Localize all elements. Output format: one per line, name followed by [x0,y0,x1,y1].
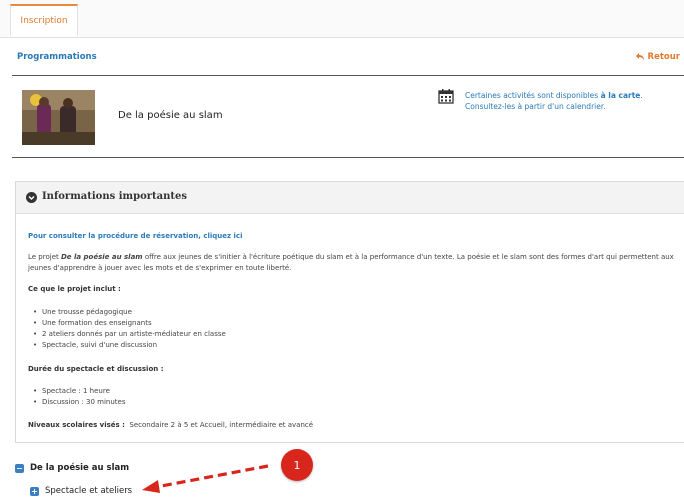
calendar-icon[interactable] [438,88,454,104]
tab-inscription[interactable]: Inscription [10,4,78,36]
program-name: De la poésie au slam [118,110,223,121]
tree-parent-label: De la poésie au slam [30,463,130,473]
duration-heading: Durée du spectacle et discussion : [28,365,164,373]
tree-child-label: Spectacle et ateliers [45,486,133,496]
tree-node-parent[interactable]: − De la poésie au slam [15,463,129,473]
duration-list: Spectacle : 1 heure Discussion : 30 minu… [33,386,126,408]
levels-value: Secondaire 2 à 5 et Accueil, intermédiai… [129,421,314,429]
program-description: Le projet De la poésie au slam offre aux… [28,252,678,274]
list-item: 2 ateliers donnés par un artiste-médiate… [33,329,226,340]
reservation-link[interactable]: Pour consulter la procédure de réservati… [28,232,242,240]
back-arrow-icon [635,53,644,61]
list-item: Spectacle : 1 heure [33,386,126,397]
levels-label: Niveaux scolaires visés : [28,421,125,429]
annotation-arrow-icon [142,464,269,493]
tree-node-child[interactable]: + Spectacle et ateliers [30,486,132,496]
calendar-text: Certaines activités sont disponibles [465,91,601,100]
intro-bold: De la poésie au slam [60,253,143,261]
school-levels: Niveaux scolaires visés : Secondaire 2 à… [28,421,313,429]
list-item: Une formation des enseignants [33,318,226,329]
calendar-text-bold: à la carte [600,91,641,100]
tab-label: Inscription [20,15,68,26]
page-title: Programmations [17,52,97,62]
back-button[interactable]: Retour [635,52,680,62]
annotation-badge: 1 [281,449,313,481]
divider [12,157,684,158]
includes-list: Une trousse pédagogique Une formation de… [33,307,226,351]
program-thumbnail [22,90,95,145]
list-item: Une trousse pédagogique [33,307,226,318]
plus-square-icon[interactable]: + [30,486,39,496]
back-label: Retour [647,52,680,62]
info-panel: Informations importantes Pour consulter … [15,181,684,443]
calendar-text-2: Consultez-les à partir d'un calendrier. [465,102,606,111]
calendar-info[interactable]: Certaines activités sont disponibles à l… [465,90,675,112]
includes-heading: Ce que le projet inclut : [28,285,121,293]
tab-bar: Inscription [0,0,684,38]
info-panel-title: Informations importantes [42,191,188,202]
info-panel-header[interactable]: Informations importantes [16,182,684,214]
chevron-down-circle-icon [26,192,37,203]
intro-prefix: Le projet [28,253,61,261]
list-item: Discussion : 30 minutes [33,397,126,408]
divider [12,75,684,76]
minus-square-icon[interactable]: − [15,463,24,473]
list-item: Spectacle, suivi d'une discussion [33,340,226,351]
